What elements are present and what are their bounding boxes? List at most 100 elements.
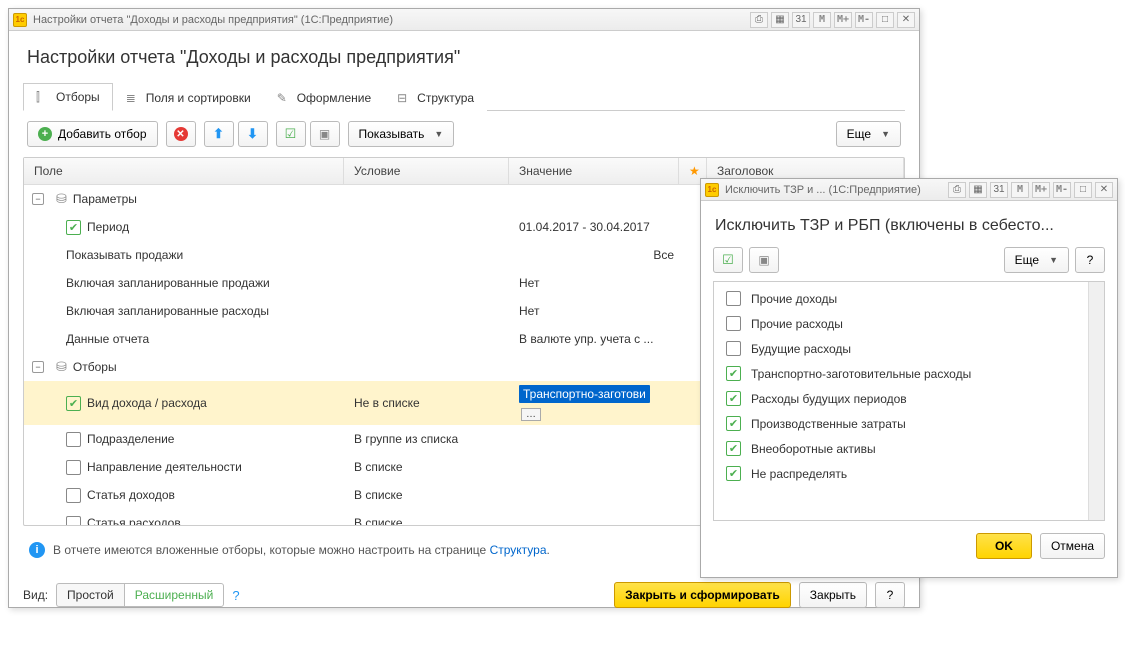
item-checkbox[interactable] xyxy=(726,441,741,456)
tab-fields[interactable]: ≣ Поля и сортировки xyxy=(113,83,264,111)
tab-design[interactable]: ✎ Оформление xyxy=(264,83,384,111)
dialog-window-title: Исключить ТЗР и ... (1С:Предприятие) xyxy=(725,184,948,196)
add-filter-button[interactable]: + Добавить отбор xyxy=(27,121,158,147)
mem-mplus-button[interactable]: M+ xyxy=(834,12,852,28)
scrollbar[interactable] xyxy=(1088,282,1104,520)
close-run-button[interactable]: Закрыть и сформировать xyxy=(614,582,791,608)
group-params-label: Параметры xyxy=(73,192,137,206)
mem-m-button[interactable]: M xyxy=(813,12,831,28)
dialog-more-dropdown[interactable]: Еще ▼ xyxy=(1004,247,1069,273)
window-close-icon[interactable]: ✕ xyxy=(897,12,915,28)
check-all-button[interactable]: ☑ xyxy=(276,121,306,147)
item-checkbox[interactable] xyxy=(726,466,741,481)
list-icon: ≣ xyxy=(126,91,140,105)
income-item-checkbox[interactable] xyxy=(66,488,81,503)
dept-checkbox[interactable] xyxy=(66,432,81,447)
print-icon[interactable]: ⎙ xyxy=(948,182,966,198)
item-label: Не распределять xyxy=(751,467,847,481)
window-maximize-icon[interactable]: □ xyxy=(876,12,894,28)
list-item[interactable]: Расходы будущих периодов xyxy=(716,386,1102,411)
close-button[interactable]: Закрыть xyxy=(799,582,867,608)
item-checkbox[interactable] xyxy=(726,291,741,306)
collapse-icon[interactable]: − xyxy=(32,193,44,205)
period-checkbox[interactable] xyxy=(66,220,81,235)
help-button[interactable]: ? xyxy=(875,582,905,608)
calendar-icon[interactable]: 31 xyxy=(990,182,1008,198)
direction-checkbox[interactable] xyxy=(66,460,81,475)
list-item[interactable]: Внеоборотные активы xyxy=(716,436,1102,461)
income-item-label: Статья доходов xyxy=(87,488,175,502)
check-all-button[interactable]: ☑ xyxy=(713,247,743,273)
move-down-button[interactable]: ⬇ xyxy=(238,121,268,147)
income-item-cond[interactable]: В списке xyxy=(344,484,509,506)
app-icon: 1c xyxy=(705,183,719,197)
dept-cond[interactable]: В группе из списка xyxy=(344,428,509,450)
list-item[interactable]: Прочие доходы xyxy=(716,286,1102,311)
filters-group-icon: ⛁ xyxy=(56,359,67,375)
direction-label: Направление деятельности xyxy=(87,460,242,474)
calc-icon[interactable]: ▦ xyxy=(771,12,789,28)
plan-sales-value[interactable]: Нет xyxy=(509,272,679,294)
show-dropdown[interactable]: Показывать ▼ xyxy=(348,121,455,147)
tab-filters[interactable]: ⫿ Отборы xyxy=(23,83,113,111)
collapse-icon[interactable]: − xyxy=(32,361,44,373)
item-label: Внеоборотные активы xyxy=(751,442,876,456)
list-item[interactable]: Будущие расходы xyxy=(716,336,1102,361)
view-advanced-button[interactable]: Расширенный xyxy=(124,583,225,607)
item-checkbox[interactable] xyxy=(726,391,741,406)
more-dropdown[interactable]: Еще ▼ xyxy=(836,121,901,147)
ok-button[interactable]: OK xyxy=(976,533,1032,559)
window-maximize-icon[interactable]: □ xyxy=(1074,182,1092,198)
calc-icon[interactable]: ▦ xyxy=(969,182,987,198)
mem-mminus-button[interactable]: M- xyxy=(1053,182,1071,198)
main-titlebar: 1c Настройки отчета "Доходы и расходы пр… xyxy=(9,9,919,31)
window-close-icon[interactable]: ✕ xyxy=(1095,182,1113,198)
info-link[interactable]: Структура xyxy=(490,543,547,557)
list-item[interactable]: Производственные затраты xyxy=(716,411,1102,436)
list-item[interactable]: Прочие расходы xyxy=(716,311,1102,336)
col-value[interactable]: Значение xyxy=(509,158,679,184)
col-field[interactable]: Поле xyxy=(24,158,344,184)
col-condition[interactable]: Условие xyxy=(344,158,509,184)
list-item[interactable]: Не распределять xyxy=(716,461,1102,486)
move-up-button[interactable]: ⬆ xyxy=(204,121,234,147)
view-simple-button[interactable]: Простой xyxy=(56,583,124,607)
kind-cond[interactable]: Не в списке xyxy=(344,392,509,414)
tree-icon: ⊟ xyxy=(397,91,411,105)
check-icon: ☑ xyxy=(722,252,734,268)
dialog-list: Прочие доходы Прочие расходы Будущие рас… xyxy=(713,281,1105,521)
add-filter-label: Добавить отбор xyxy=(58,127,147,141)
sales-label: Показывать продажи xyxy=(66,248,183,262)
tab-fields-label: Поля и сортировки xyxy=(146,91,251,105)
delete-button[interactable]: ✕ xyxy=(166,121,196,147)
tab-struct[interactable]: ⊟ Структура xyxy=(384,83,487,111)
print-icon[interactable]: ⎙ xyxy=(750,12,768,28)
report-data-label: Данные отчета xyxy=(66,332,149,346)
report-data-value[interactable]: В валюте упр. учета с ... xyxy=(509,328,679,350)
kind-value[interactable]: Транспортно-заготови xyxy=(519,385,650,403)
calendar-icon[interactable]: 31 xyxy=(792,12,810,28)
value-ellipsis-button[interactable]: … xyxy=(521,408,541,421)
item-checkbox[interactable] xyxy=(726,366,741,381)
uncheck-all-button[interactable]: ▣ xyxy=(310,121,340,147)
mem-m-button[interactable]: M xyxy=(1011,182,1029,198)
period-value[interactable]: 01.04.2017 - 30.04.2017 xyxy=(509,216,679,238)
direction-cond[interactable]: В списке xyxy=(344,456,509,478)
help-link[interactable]: ? xyxy=(232,588,239,603)
uncheck-all-button[interactable]: ▣ xyxy=(749,247,779,273)
item-checkbox[interactable] xyxy=(726,416,741,431)
mem-mplus-button[interactable]: M+ xyxy=(1032,182,1050,198)
expense-item-checkbox[interactable] xyxy=(66,516,81,526)
cancel-button[interactable]: Отмена xyxy=(1040,533,1105,559)
tab-bar: ⫿ Отборы ≣ Поля и сортировки ✎ Оформлени… xyxy=(23,82,905,111)
expense-item-cond[interactable]: В списке xyxy=(344,512,509,525)
list-item[interactable]: Транспортно-заготовительные расходы xyxy=(716,361,1102,386)
mem-mminus-button[interactable]: M- xyxy=(855,12,873,28)
plan-exp-value[interactable]: Нет xyxy=(509,300,679,322)
kind-checkbox[interactable] xyxy=(66,396,81,411)
item-checkbox[interactable] xyxy=(726,316,741,331)
item-checkbox[interactable] xyxy=(726,341,741,356)
dialog-toolbar: ☑ ▣ Еще ▼ ? xyxy=(713,247,1105,273)
copy-icon: ▣ xyxy=(758,253,769,267)
dialog-help-button[interactable]: ? xyxy=(1075,247,1105,273)
